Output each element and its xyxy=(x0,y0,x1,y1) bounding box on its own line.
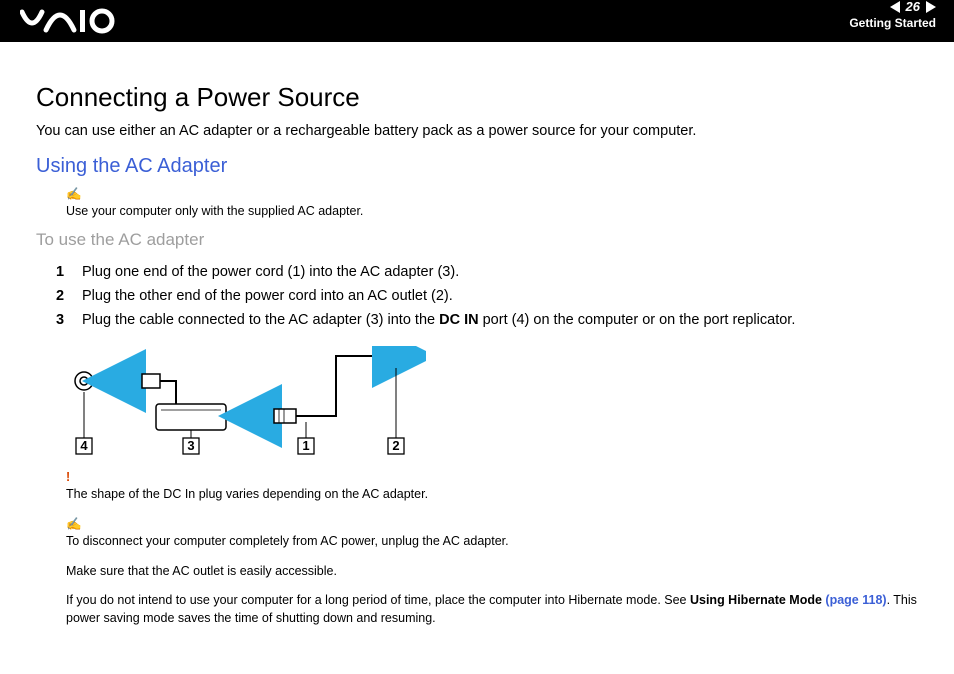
intro-text: You can use either an AC adapter or a re… xyxy=(36,123,918,139)
step-number: 2 xyxy=(56,288,82,304)
step-text: Plug the cable connected to the AC adapt… xyxy=(82,312,795,328)
step-3: 3 Plug the cable connected to the AC ada… xyxy=(56,308,918,332)
warning-icon: ! xyxy=(66,469,918,487)
warning-dc-shape: ! The shape of the DC In plug varies dep… xyxy=(66,469,918,504)
callout-3: 3 xyxy=(187,438,194,453)
page-nav: 26 Getting Started xyxy=(849,0,936,30)
vaio-logo xyxy=(20,6,120,39)
note-text: Use your computer only with the supplied… xyxy=(66,204,363,218)
page-title: Connecting a Power Source xyxy=(36,82,918,113)
note-disconnect: ✍ To disconnect your computer completely… xyxy=(66,516,918,551)
hibernate-link[interactable]: (page 118) xyxy=(822,593,887,607)
header-bar: 26 Getting Started xyxy=(0,0,954,42)
callout-4: 4 xyxy=(80,438,88,453)
footer-notes: ! The shape of the DC In plug varies dep… xyxy=(36,469,918,628)
steps-list: 1 Plug one end of the power cord (1) int… xyxy=(36,260,918,332)
note-supplied-adapter: ✍ Use your computer only with the suppli… xyxy=(66,186,918,220)
note-outlet-accessible: Make sure that the AC outlet is easily a… xyxy=(66,563,918,581)
procedure-title: To use the AC adapter xyxy=(36,230,918,250)
step-number: 1 xyxy=(56,264,82,280)
prev-page-icon[interactable] xyxy=(890,1,900,13)
note-hibernate: If you do not intend to use your compute… xyxy=(66,592,918,627)
ac-adapter-diagram: 4 3 1 2 xyxy=(66,346,918,459)
note-icon: ✍ xyxy=(66,186,918,203)
note-icon: ✍ xyxy=(66,516,918,534)
next-page-icon[interactable] xyxy=(926,1,936,13)
step-number: 3 xyxy=(56,312,82,328)
callout-2: 2 xyxy=(392,438,399,453)
step-1: 1 Plug one end of the power cord (1) int… xyxy=(56,260,918,284)
step-text: Plug the other end of the power cord int… xyxy=(82,288,453,304)
page-number: 26 xyxy=(904,0,922,14)
step-text: Plug one end of the power cord (1) into … xyxy=(82,264,459,280)
subheading: Using the AC Adapter xyxy=(36,155,918,178)
section-label: Getting Started xyxy=(849,16,936,30)
callout-1: 1 xyxy=(302,438,309,453)
step-2: 2 Plug the other end of the power cord i… xyxy=(56,284,918,308)
dc-in-label: DC IN xyxy=(439,312,478,328)
content-area: Connecting a Power Source You can use ei… xyxy=(0,42,954,627)
